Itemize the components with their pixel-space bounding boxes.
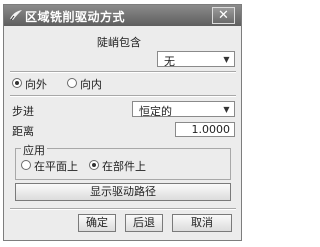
dialog-window: 区域铣削驱动方式 ✕ 陡峭包含 无 ▼ 向外 向内 步进 恒定的 ▼ 距离 1.… [3, 4, 242, 241]
close-button[interactable]: ✕ [212, 7, 235, 24]
radio-on-part[interactable] [89, 160, 99, 170]
steep-heading: 陡峭包含 [97, 36, 141, 49]
distance-label: 距离 [12, 125, 34, 138]
separator-highlight [10, 96, 236, 97]
radio-on-plane-label: 在平面上 [34, 160, 78, 173]
radio-on-part-label: 在部件上 [102, 160, 146, 173]
radio-on-plane[interactable] [21, 160, 31, 170]
distance-input[interactable]: 1.0000 [175, 122, 235, 137]
back-button[interactable]: 后退 [125, 214, 163, 232]
radio-inward-label: 向内 [80, 78, 102, 91]
stepover-dropdown[interactable]: 恒定的 ▼ [132, 101, 235, 118]
chevron-down-icon: ▼ [223, 105, 230, 114]
app-icon [10, 10, 22, 21]
apply-legend: 应用 [21, 142, 47, 158]
cancel-button[interactable]: 取消 [172, 214, 232, 232]
stepover-dropdown-value: 恒定的 [139, 105, 172, 118]
close-icon: ✕ [218, 8, 229, 23]
separator-highlight [10, 209, 236, 210]
distance-value: 1.0000 [191, 123, 231, 136]
stepover-label: 步进 [12, 105, 34, 118]
radio-inward[interactable] [67, 78, 77, 88]
ok-button[interactable]: 确定 [78, 214, 116, 232]
radio-outward-label: 向外 [25, 78, 47, 91]
chevron-down-icon: ▼ [223, 55, 230, 64]
radio-outward[interactable] [12, 78, 22, 88]
show-drive-path-button[interactable]: 显示驱动路径 [15, 183, 231, 201]
separator-highlight [10, 72, 236, 73]
steep-dropdown[interactable]: 无 ▼ [157, 51, 235, 68]
title-bar[interactable]: 区域铣削驱动方式 ✕ [4, 5, 241, 26]
steep-dropdown-value: 无 [164, 55, 175, 68]
window-title: 区域铣削驱动方式 [25, 10, 126, 24]
